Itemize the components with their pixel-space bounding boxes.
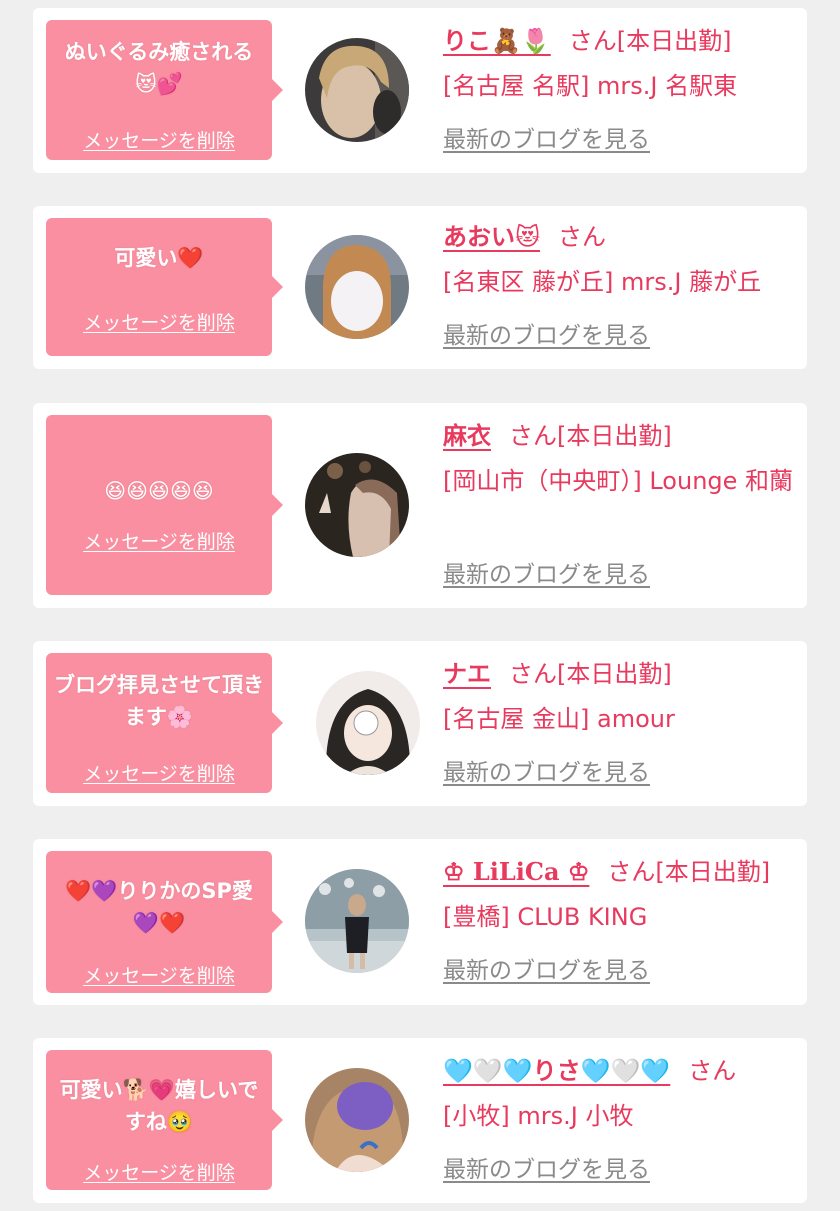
delete-message-link[interactable]: メッセージを削除 bbox=[46, 312, 272, 334]
latest-blog-link[interactable]: 最新のブログを見る bbox=[443, 561, 650, 589]
delete-message-link[interactable]: メッセージを削除 bbox=[46, 965, 272, 987]
favorite-list: ぬいぐるみ癒される😻💕 メッセージを削除 りこ🧸🌷 さん[本日出勤] [名古屋 名… bbox=[0, 0, 840, 1211]
favorite-card: ❤️💜りりかのSP愛💜❤️ メッセージを削除 ♔ LiLiCa ♔ さん[本日出勤… bbox=[33, 839, 807, 1005]
shop-text: [名古屋 金山] amour bbox=[443, 705, 675, 733]
delete-message-link[interactable]: メッセージを削除 bbox=[46, 763, 272, 785]
avatar[interactable] bbox=[305, 1068, 409, 1172]
favorite-card: ブログ拝見させて頂きます🌸 メッセージを削除 ナエ さん[本日出勤] [名古屋 金… bbox=[33, 641, 807, 806]
honorific: さん bbox=[607, 858, 656, 886]
girl-name-link[interactable]: 麻衣 bbox=[443, 422, 491, 450]
shop-text: [小牧] mrs.J 小牧 bbox=[443, 1102, 634, 1130]
avatar[interactable] bbox=[316, 671, 420, 775]
shop-text: [名東区 藤が丘] mrs.J 藤が丘 bbox=[443, 268, 762, 296]
avatar[interactable] bbox=[305, 235, 409, 339]
message-text: ブログ拝見させて頂きます🌸 bbox=[54, 673, 264, 729]
name-line: ♔ LiLiCa ♔ さん[本日出勤] bbox=[443, 855, 770, 889]
message-text: 可愛い❤️ bbox=[114, 246, 204, 270]
message-bubble: ぬいぐるみ癒される😻💕 メッセージを削除 bbox=[46, 20, 283, 160]
latest-blog-link[interactable]: 最新のブログを見る bbox=[443, 957, 650, 985]
avatar[interactable] bbox=[305, 869, 409, 973]
name-line: 麻衣 さん[本日出勤] bbox=[443, 419, 672, 453]
message-bubble: 可愛い🐕💗嬉しいですね🥹 メッセージを削除 bbox=[46, 1050, 283, 1190]
favorite-card: 可愛い🐕💗嬉しいですね🥹 メッセージを削除 🩵🤍🩵りさ🩵🤍🩵 さん [小牧] mr… bbox=[33, 1038, 807, 1203]
latest-blog-link[interactable]: 最新のブログを見る bbox=[443, 1156, 650, 1184]
message-bubble: ブログ拝見させて頂きます🌸 メッセージを削除 bbox=[46, 653, 283, 793]
status-text: [本日出勤] bbox=[616, 27, 732, 55]
name-line: 🩵🤍🩵りさ🩵🤍🩵 さん bbox=[443, 1054, 736, 1088]
message-text: 😆😆😆😆😆 bbox=[104, 479, 214, 503]
avatar[interactable] bbox=[305, 453, 409, 557]
avatar[interactable] bbox=[305, 38, 409, 142]
message-bubble: ❤️💜りりかのSP愛💜❤️ メッセージを削除 bbox=[46, 851, 283, 993]
message-text: 可愛い🐕💗嬉しいですね🥹 bbox=[59, 1078, 259, 1134]
message-bubble: 😆😆😆😆😆 メッセージを削除 bbox=[46, 415, 283, 595]
honorific: さん bbox=[568, 27, 617, 55]
latest-blog-link[interactable]: 最新のブログを見る bbox=[443, 759, 650, 787]
delete-message-link[interactable]: メッセージを削除 bbox=[46, 1162, 272, 1184]
message-text: ❤️💜りりかのSP愛💜❤️ bbox=[65, 879, 253, 935]
shop-text: [豊橋] CLUB KING bbox=[443, 903, 648, 931]
shop-text: [岡山市（中央町）] Lounge 和蘭 bbox=[443, 467, 794, 495]
latest-blog-link[interactable]: 最新のブログを見る bbox=[443, 322, 650, 350]
status-text: [本日出勤] bbox=[557, 660, 672, 688]
honorific: さん bbox=[509, 660, 557, 688]
message-bubble: 可愛い❤️ メッセージを削除 bbox=[46, 218, 283, 356]
delete-message-link[interactable]: メッセージを削除 bbox=[46, 130, 272, 152]
status-text: [本日出勤] bbox=[655, 858, 771, 886]
girl-name-link[interactable]: 🩵🤍🩵りさ🩵🤍🩵 bbox=[443, 1057, 670, 1085]
message-text: ぬいぐるみ癒される😻💕 bbox=[64, 40, 254, 96]
girl-name-link[interactable]: ♔ LiLiCa ♔ bbox=[443, 857, 589, 886]
honorific: さん bbox=[509, 422, 557, 450]
favorite-card: ぬいぐるみ癒される😻💕 メッセージを削除 りこ🧸🌷 さん[本日出勤] [名古屋 名… bbox=[33, 8, 807, 173]
shop-text: [名古屋 名駅] mrs.J 名駅東 bbox=[443, 72, 738, 100]
girl-name-link[interactable]: ナエ bbox=[443, 660, 491, 688]
girl-name-link[interactable]: あおい😻 bbox=[443, 223, 540, 251]
favorite-card: 可愛い❤️ メッセージを削除 あおい😻 さん [名東区 藤が丘] mrs.J 藤が… bbox=[33, 206, 807, 369]
honorific: さん bbox=[558, 223, 607, 251]
girl-name-link[interactable]: りこ🧸🌷 bbox=[443, 27, 551, 55]
favorite-card: 😆😆😆😆😆 メッセージを削除 麻衣 さん[本日出勤] [岡山市（中央町）] Lou… bbox=[33, 403, 807, 608]
name-line: ナエ さん[本日出勤] bbox=[443, 657, 672, 691]
name-line: りこ🧸🌷 さん[本日出勤] bbox=[443, 24, 732, 58]
name-line: あおい😻 さん bbox=[443, 220, 606, 254]
status-text: [本日出勤] bbox=[557, 422, 672, 450]
honorific: さん bbox=[688, 1057, 737, 1085]
delete-message-link[interactable]: メッセージを削除 bbox=[46, 531, 272, 553]
latest-blog-link[interactable]: 最新のブログを見る bbox=[443, 126, 650, 154]
